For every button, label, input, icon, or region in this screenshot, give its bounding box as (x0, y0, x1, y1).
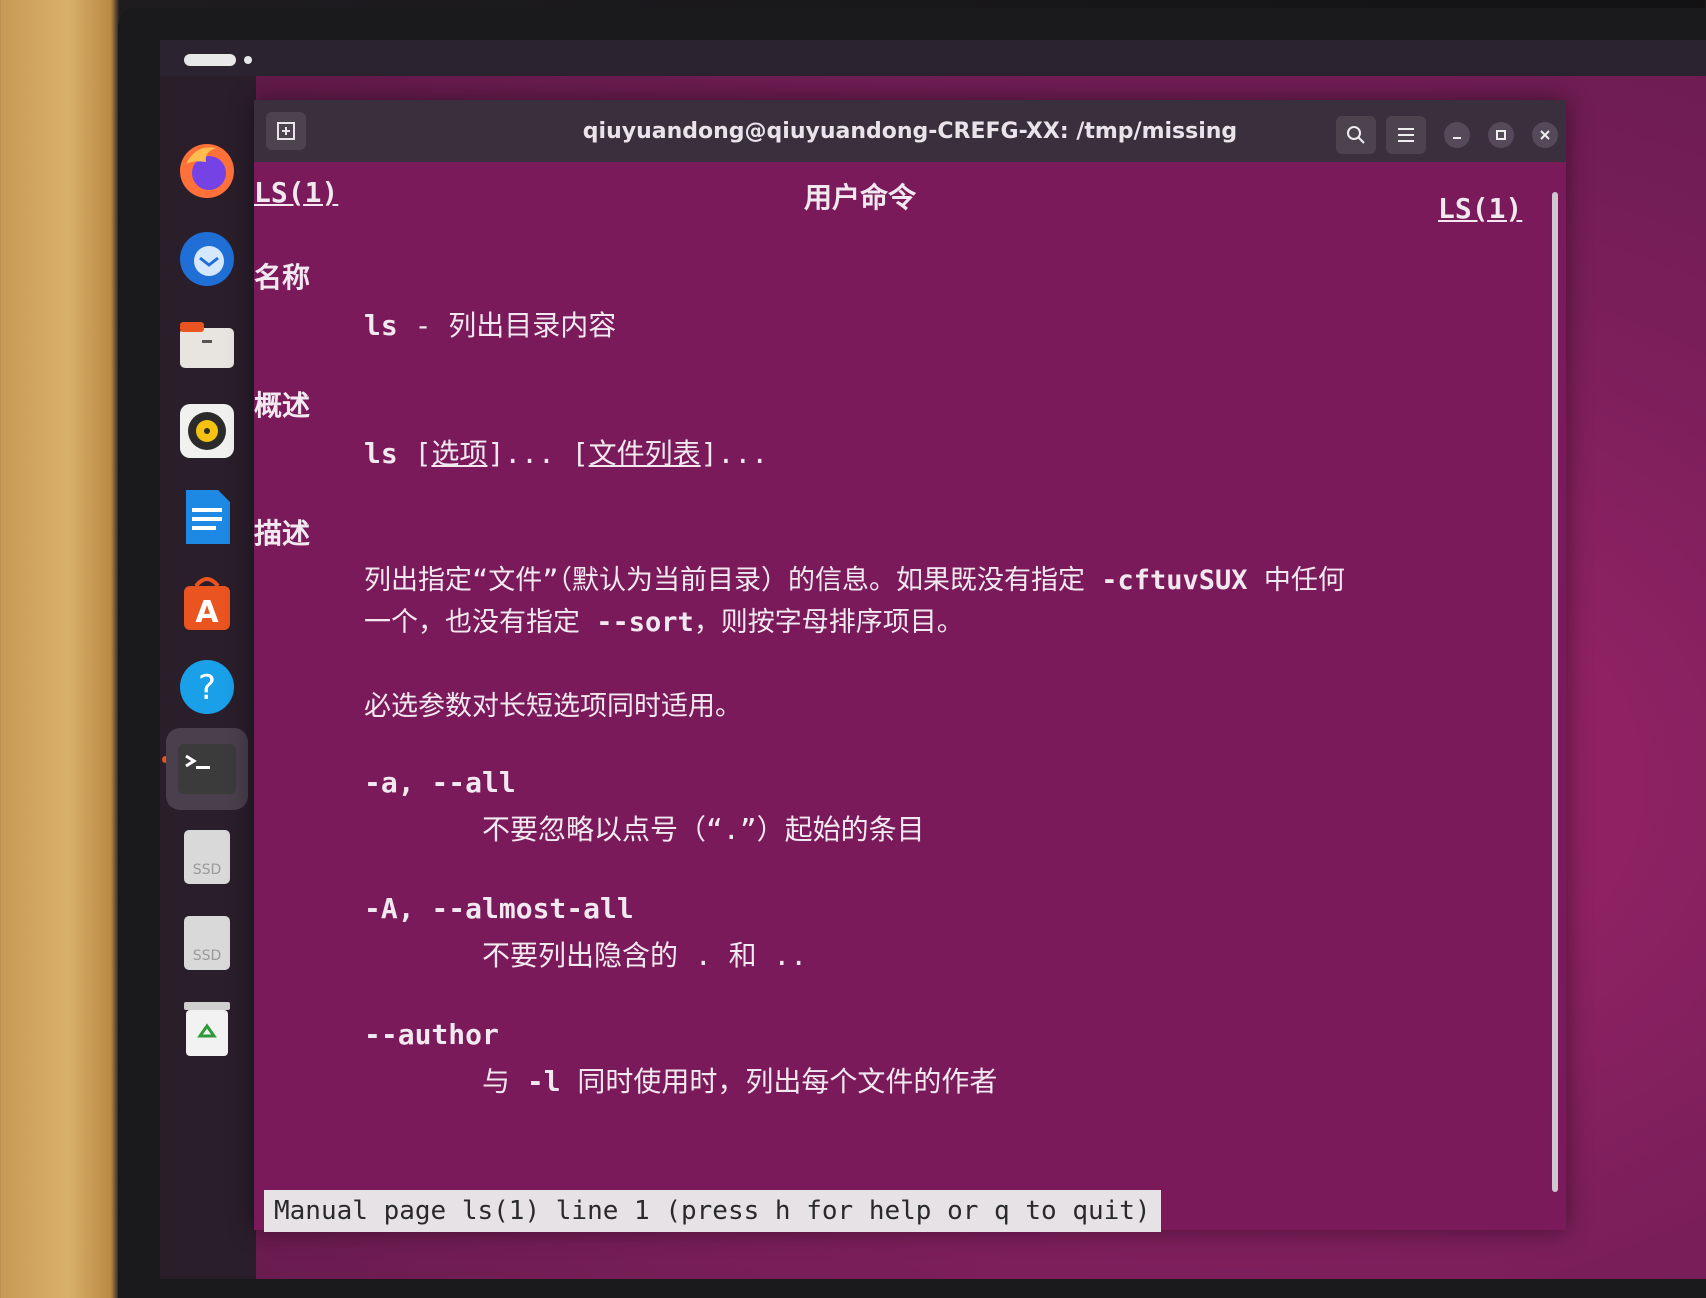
svg-text:A: A (195, 595, 219, 630)
option-flag-all: -a, --all (364, 766, 516, 799)
desc-line1-b: 中任何 (1247, 565, 1345, 596)
description-line-1: 列出指定“文件”（默认为当前目录）的信息。如果既没有指定 -cftuvSUX 中… (364, 558, 1345, 597)
scrollbar[interactable] (1552, 192, 1558, 1192)
ssd-drive-icon[interactable]: SSD (174, 910, 240, 976)
close-button[interactable] (1532, 122, 1558, 148)
menu-button[interactable] (1386, 116, 1426, 154)
author-desc-option: -l (526, 1065, 561, 1098)
man-header-center: 用户命令 (804, 181, 917, 214)
search-button[interactable] (1336, 116, 1376, 154)
name-desc: - 列出目录内容 (397, 309, 617, 342)
option-desc-all: 不要忽略以点号（“.”）起始的条目 (482, 813, 925, 846)
man-header-right: LS(1) (1438, 192, 1523, 225)
name-cmd: ls (364, 309, 398, 342)
maximize-icon (1496, 130, 1506, 140)
synopsis-mid: ]... [ (487, 437, 589, 470)
minimize-button[interactable] (1444, 122, 1470, 148)
name-line: ls - 列出目录内容 (364, 304, 616, 344)
author-desc-b: 同时使用时，列出每个文件的作者 (560, 1065, 998, 1098)
rhythmbox-icon[interactable] (174, 398, 240, 464)
synopsis-cmd: ls (364, 437, 398, 470)
option-desc-author: 与 -l 同时使用时，列出每个文件的作者 (482, 1060, 997, 1100)
help-icon[interactable]: ? (174, 654, 240, 720)
files-icon[interactable] (174, 312, 240, 378)
top-bar (160, 40, 1706, 76)
maximize-button[interactable] (1488, 122, 1514, 148)
search-icon (1347, 126, 1365, 144)
minimize-icon (1453, 137, 1461, 139)
libreoffice-writer-icon[interactable] (174, 484, 240, 550)
ssd-label: SSD (193, 948, 222, 964)
description-line-2: 一个，也没有指定 --sort，则按字母排序项目。 (364, 600, 964, 639)
option-flag-author: --author (364, 1018, 499, 1051)
man-header-left: LS(1) (254, 176, 339, 209)
desktop: A ? SSD SSD qiuyuandong@qiuyuandong-CREF… (160, 40, 1706, 1279)
synopsis-end: ]... (700, 437, 769, 470)
activities-button[interactable] (184, 54, 236, 66)
section-heading-description: 描述 (254, 517, 311, 550)
hamburger-menu-icon (1398, 128, 1414, 142)
desc-line1-a: 列出指定“文件”（默认为当前目录）的信息。如果既没有指定 (364, 565, 1102, 596)
desc-line1-option: -cftuvSUX (1101, 565, 1248, 596)
software-center-icon[interactable]: A (174, 570, 240, 636)
pager-status-line: Manual page ls(1) line 1 (press h for he… (264, 1190, 1161, 1232)
workspace-indicator (244, 56, 252, 64)
dock: A ? SSD SSD (160, 76, 256, 1279)
synopsis-files: 文件列表 (588, 437, 701, 470)
ssd-drive-icon[interactable]: SSD (174, 824, 240, 890)
section-heading-name: 名称 (254, 261, 311, 294)
terminal-icon[interactable] (166, 728, 248, 810)
ssd-label: SSD (193, 862, 222, 878)
firefox-icon[interactable] (174, 138, 240, 204)
section-heading-synopsis: 概述 (254, 389, 311, 422)
terminal-window[interactable]: qiuyuandong@qiuyuandong-CREFG-XX: /tmp/m… (254, 100, 1566, 1232)
author-desc-a: 与 (482, 1065, 527, 1098)
option-flag-almost-all: -A, --almost-all (364, 892, 634, 925)
svg-text:?: ? (198, 668, 216, 708)
close-icon (1540, 130, 1550, 140)
description-line-3: 必选参数对长短选项同时适用。 (364, 691, 742, 722)
thunderbird-icon[interactable] (174, 226, 240, 292)
option-desc-almost-all: 不要列出隐含的 . 和 .. (482, 939, 808, 972)
desc-line2-option: --sort (596, 607, 694, 638)
desc-line2-b: ，则按字母排序项目。 (693, 607, 964, 638)
synopsis-line: ls [选项]... [文件列表]... (364, 437, 769, 470)
trash-icon[interactable] (174, 996, 240, 1062)
desc-line2-a: 一个，也没有指定 (364, 607, 597, 638)
man-page: LS(1) 用户命令 LS(1) 名称 ls - 列出目录内容 概述 ls [选… (254, 162, 1540, 1232)
synopsis-option: 选项 (431, 437, 488, 470)
terminal-titlebar[interactable]: qiuyuandong@qiuyuandong-CREFG-XX: /tmp/m… (254, 100, 1566, 162)
